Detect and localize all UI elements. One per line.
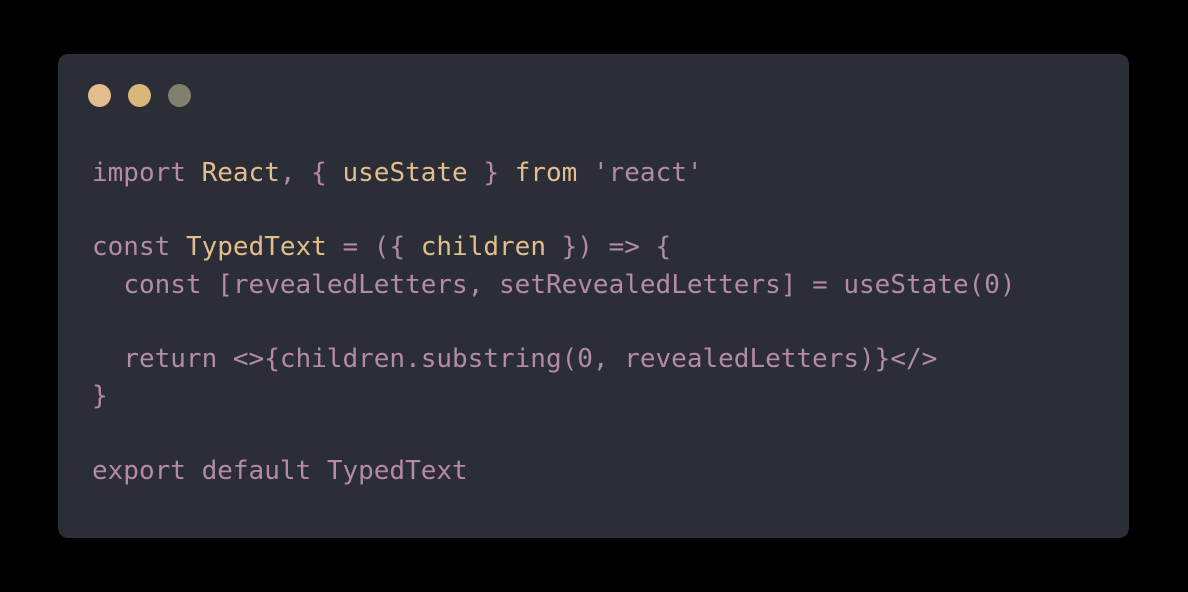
code-token: [revealedLetters, setRevealedLetters] = … — [201, 269, 1016, 300]
maximize-dot[interactable] — [168, 84, 191, 107]
code-token: TypedText — [185, 232, 327, 263]
code-block: import React, { useState } from 'react' … — [92, 155, 1016, 490]
code-line: const [revealedLetters, setRevealedLette… — [92, 267, 1016, 304]
code-token: default — [201, 455, 312, 486]
code-line: import React, { useState } from 'react' — [92, 155, 1016, 192]
code-token: const — [92, 232, 171, 263]
code-token: from — [514, 158, 578, 188]
minimize-dot[interactable] — [128, 84, 151, 107]
code-token: }) => { — [545, 232, 672, 263]
code-token: 'react' — [592, 158, 703, 188]
code-token: useState — [342, 158, 468, 188]
code-window: import React, { useState } from 'react' … — [58, 54, 1129, 538]
code-token: , { — [279, 158, 343, 188]
code-line: return <>{children.substring(0, revealed… — [92, 341, 1016, 378]
code-token: } — [92, 381, 108, 412]
code-token: React — [201, 158, 280, 188]
code-token: export — [92, 455, 186, 486]
code-line: } — [92, 378, 1016, 415]
code-line: export default TypedText — [92, 453, 1016, 490]
code-token: return — [123, 343, 218, 374]
code-token: <>{children.substring(0, revealedLetters… — [217, 343, 938, 374]
code-token: children — [420, 232, 546, 263]
close-dot[interactable] — [88, 84, 111, 107]
code-token: = ({ — [326, 232, 421, 263]
code-token: const — [123, 269, 202, 300]
code-token: TypedText — [326, 455, 468, 486]
code-line: const TypedText = ({ children }) => { — [92, 229, 1016, 266]
code-token: import — [92, 158, 186, 188]
code-token: } — [467, 158, 515, 188]
window-controls — [88, 84, 191, 107]
